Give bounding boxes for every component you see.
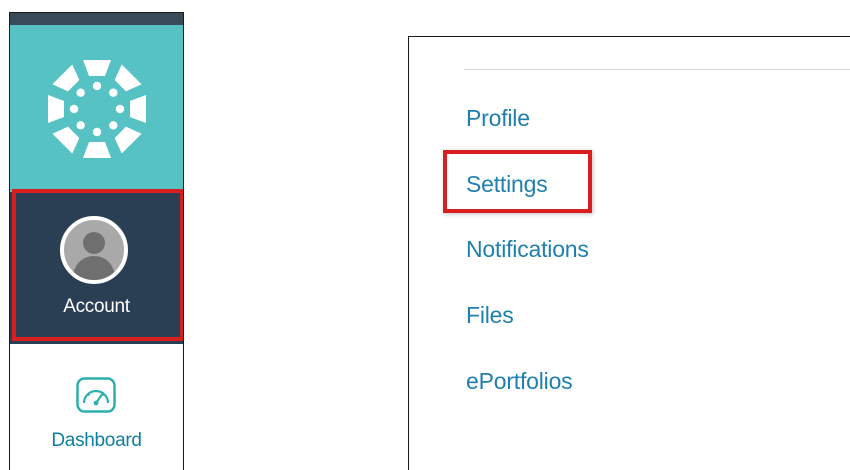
canvas-logo-icon (47, 59, 146, 158)
menu-item-settings[interactable]: Settings (466, 170, 548, 198)
menu-divider (464, 69, 850, 70)
global-navigation: Account Dashboard (9, 12, 184, 470)
menu-item-eportfolios[interactable]: ePortfolios (466, 367, 573, 395)
dashboard-label[interactable]: Dashboard (10, 430, 183, 452)
account-tray: Profile Settings Notifications Files ePo… (408, 36, 850, 470)
canvas-logo[interactable] (10, 25, 183, 192)
menu-item-files[interactable]: Files (466, 301, 514, 329)
account-label[interactable]: Account (10, 296, 183, 318)
avatar-silhouette (72, 232, 116, 280)
nav-top-strip (10, 13, 183, 25)
nav-dashboard-button[interactable]: Dashboard (10, 344, 183, 470)
speedometer-icon (76, 377, 116, 413)
menu-item-notifications[interactable]: Notifications (466, 235, 589, 263)
menu-item-profile[interactable]: Profile (466, 104, 530, 132)
avatar-icon[interactable] (60, 216, 128, 284)
